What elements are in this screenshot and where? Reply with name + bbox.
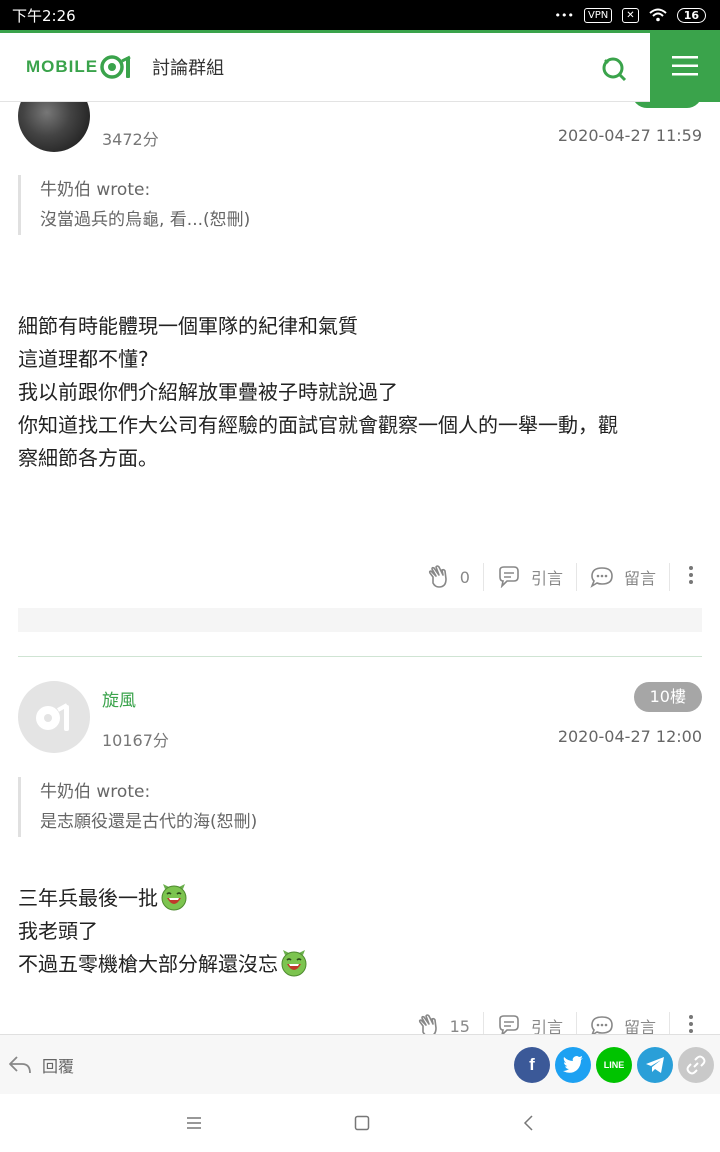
app-header: MOBILE 討論群組 — [0, 30, 720, 102]
like-count: 15 — [449, 1016, 470, 1035]
user-score: 3472分 — [102, 130, 159, 149]
quote-block: 牛奶伯 wrote: 沒當過兵的烏龜, 看...(恕刪) — [18, 175, 618, 235]
quote-label: 引言 — [530, 569, 563, 588]
sim-disabled-icon: ✕ — [622, 7, 639, 23]
default-avatar-icon — [36, 703, 69, 731]
battery-icon: 16 — [676, 7, 706, 23]
share-buttons: f LINE — [514, 1046, 714, 1083]
user-score: 10167分 — [102, 731, 169, 750]
post-date: 2020-04-27 11:59 — [557, 126, 702, 145]
status-bar: 下午2:26 ••• VPN ✕ 16 — [0, 0, 720, 30]
quote-icon — [499, 566, 519, 588]
quote-label: 引言 — [530, 1018, 563, 1034]
back-nav-icon[interactable] — [522, 1114, 534, 1132]
post-body: 細節有時能體現一個軍隊的紀律和氣質 這道理都不懂? 我以前跟你們介紹解放軍疊被子… — [18, 310, 702, 475]
mobile01-logo[interactable]: MOBILE — [26, 54, 136, 80]
reply-icon — [9, 1055, 31, 1073]
menu-nav-icon[interactable] — [186, 1116, 202, 1130]
hamburger-icon — [672, 56, 698, 76]
status-time: 下午2:26 — [12, 6, 76, 25]
line-share-button[interactable]: LINE — [596, 1046, 632, 1083]
body-line: 三年兵最後一批 — [18, 882, 702, 915]
post-actions: 15 引言 留言 — [405, 1011, 702, 1034]
divider-line — [18, 656, 702, 657]
body-line-text: 三年兵最後一批 — [18, 886, 158, 910]
system-navigation-bar — [0, 1094, 720, 1152]
more-vertical-icon — [689, 566, 693, 584]
body-line: 不過五零機槍大部分解還沒忘 — [18, 948, 702, 981]
body-line: 察細節各方面。 — [18, 446, 158, 470]
post-10: 旋風 10樓 10167分 2020-04-27 12:00 牛奶伯 wrote… — [18, 681, 702, 1034]
telegram-icon — [646, 1056, 664, 1073]
header-title: 討論群組 — [152, 58, 225, 79]
body-line: 這道理都不懂? — [18, 347, 149, 371]
wifi-icon — [649, 8, 667, 22]
quote-text: 是志願役還是古代的海(恕刪) — [40, 812, 258, 832]
reply-label: 回覆 — [42, 1056, 75, 1076]
laughing-monster-emoji-icon — [281, 950, 307, 977]
floor-badge — [632, 102, 702, 108]
body-line: 細節有時能體現一個軍隊的紀律和氣質 — [18, 314, 358, 338]
twitter-icon — [563, 1056, 583, 1073]
post-date: 2020-04-27 12:00 — [557, 727, 702, 746]
laughing-monster-emoji-icon — [161, 884, 187, 911]
logo-text: MOBILE — [26, 57, 99, 76]
user-avatar[interactable] — [18, 102, 90, 152]
thread-content[interactable]: 3472分 2020-04-27 11:59 牛奶伯 wrote: 沒當過兵的烏… — [0, 102, 720, 1034]
body-line: 我老頭了 — [18, 919, 98, 943]
like-button[interactable]: 15 — [405, 1012, 484, 1034]
quote-author: 牛奶伯 wrote: — [40, 782, 151, 802]
clap-icon — [418, 1014, 437, 1034]
comment-label: 留言 — [623, 569, 656, 588]
status-icons: ••• VPN ✕ 16 — [554, 7, 706, 23]
quote-button[interactable]: 引言 — [484, 563, 577, 591]
user-avatar[interactable] — [18, 681, 90, 753]
facebook-share-button[interactable]: f — [514, 1046, 550, 1083]
bottom-action-bar: 回覆 f LINE — [0, 1034, 720, 1094]
reply-button[interactable]: 回覆 — [8, 1053, 74, 1077]
comment-icon — [591, 1016, 613, 1034]
copy-link-button[interactable] — [678, 1046, 714, 1083]
like-count: 0 — [459, 567, 470, 587]
twitter-share-button[interactable] — [555, 1046, 591, 1083]
vpn-icon: VPN — [583, 7, 613, 23]
post-9: 3472分 2020-04-27 11:59 牛奶伯 wrote: 沒當過兵的烏… — [18, 102, 702, 632]
quote-block: 牛奶伯 wrote: 是志願役還是古代的海(恕刪) — [18, 777, 618, 837]
post-separator — [18, 608, 702, 632]
dots-icon: ••• — [554, 8, 574, 22]
body-line: 我以前跟你們介紹解放軍疊被子時就說過了 — [18, 380, 398, 404]
clap-icon — [428, 565, 447, 588]
username[interactable]: 旋風 — [102, 686, 136, 711]
quote-button[interactable]: 引言 — [484, 1012, 577, 1034]
menu-button[interactable] — [650, 30, 720, 102]
search-icon — [602, 57, 627, 82]
quote-author: 牛奶伯 wrote: — [40, 180, 151, 200]
comment-button[interactable]: 留言 — [577, 563, 670, 591]
search-button[interactable] — [596, 51, 632, 87]
line-icon: LINE — [603, 1059, 625, 1070]
more-options-button[interactable] — [670, 565, 702, 589]
post-actions: 0 引言 留言 — [415, 562, 702, 592]
post-body: 三年兵最後一批 我老頭了 不過五零機槍大部分解還沒忘 — [18, 882, 702, 981]
body-line: 你知道找工作大公司有經驗的面試官就會觀察一個人的一舉一動，觀 — [18, 413, 618, 437]
link-icon — [686, 1055, 706, 1074]
telegram-share-button[interactable] — [637, 1046, 673, 1083]
quote-text: 沒當過兵的烏龜, 看...(恕刪) — [40, 210, 251, 230]
facebook-icon: f — [529, 1054, 535, 1074]
quote-icon — [499, 1015, 519, 1034]
comment-button[interactable]: 留言 — [577, 1012, 670, 1034]
comment-label: 留言 — [623, 1018, 656, 1034]
more-vertical-icon — [689, 1015, 693, 1033]
like-button[interactable]: 0 — [415, 563, 484, 591]
comment-icon — [590, 567, 613, 588]
floor-badge: 10樓 — [633, 682, 702, 712]
more-options-button[interactable] — [670, 1014, 702, 1034]
body-line-text: 不過五零機槍大部分解還沒忘 — [18, 952, 278, 976]
home-nav-icon[interactable] — [354, 1115, 370, 1131]
logo-mark-icon — [100, 55, 131, 79]
